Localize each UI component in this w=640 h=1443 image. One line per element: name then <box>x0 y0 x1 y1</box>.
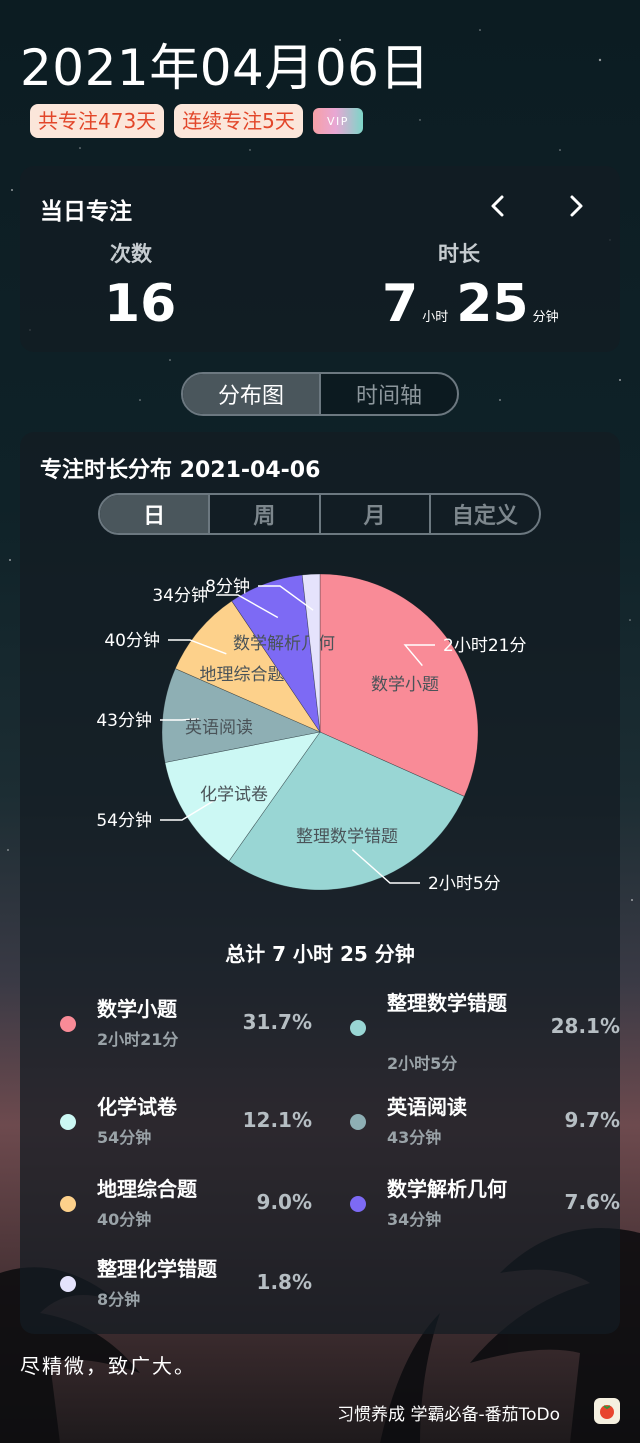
pie-duration-label: 2小时5分 <box>428 874 501 894</box>
legend-item[interactable]: 英语阅读 43分钟 9.7% <box>310 1092 620 1162</box>
duration-minutes: 25 <box>456 274 529 334</box>
next-day-button[interactable] <box>556 188 596 224</box>
legend-item-duration: 2小时5分 <box>387 1054 458 1073</box>
motto-quote: 尽精微，致广大。 <box>20 1354 196 1378</box>
legend-item-name: 整理数学错题 <box>387 991 507 1015</box>
legend-item-name: 英语阅读 <box>387 1095 467 1119</box>
view-switcher: 分布图 时间轴 <box>181 372 459 416</box>
focus-distribution-card: 专注时长分布 2021-04-06 日 周 月 自定义 2小时21分 数学小题 2小… <box>20 432 620 1334</box>
legend-color-dot <box>60 1016 76 1032</box>
pie-duration-label: 40分钟 <box>104 631 160 651</box>
legend-item[interactable]: 整理化学错题 8分钟 1.8% <box>20 1254 312 1324</box>
pie-duration-label: 8分钟 <box>205 577 250 597</box>
focus-count-value: 16 <box>104 274 177 334</box>
pie-slice-name-label: 化学试卷 <box>200 785 268 805</box>
legend-item-duration: 34分钟 <box>387 1210 442 1229</box>
minutes-unit: 分钟 <box>532 310 559 325</box>
legend-color-dot <box>60 1114 76 1130</box>
legend-item-percent: 9.7% <box>564 1108 620 1132</box>
today-focus-card: 当日专注 次数 16 时长 7 小时 25 分钟 <box>20 166 620 352</box>
legend-item-percent: 12.1% <box>242 1108 312 1132</box>
legend-item-name: 地理综合题 <box>97 1177 197 1201</box>
chevron-left-icon <box>491 195 504 217</box>
legend-item-name: 化学试卷 <box>97 1095 177 1119</box>
legend-item-name: 数学小题 <box>97 997 177 1021</box>
legend-item-percent: 31.7% <box>242 1010 312 1034</box>
badge-row: 共专注473天 连续专注5天 VIP <box>30 104 363 138</box>
legend-item-duration: 8分钟 <box>97 1290 141 1309</box>
tab-week[interactable]: 周 <box>208 495 318 533</box>
tab-month[interactable]: 月 <box>318 495 429 533</box>
legend-item[interactable]: 地理综合题 40分钟 9.0% <box>20 1174 312 1244</box>
count-label: 次数 <box>110 242 152 266</box>
legend-item-percent: 7.6% <box>564 1190 620 1214</box>
legend-item[interactable]: 数学小题 2小时21分 31.7% <box>20 994 312 1064</box>
legend-item-percent: 9.0% <box>256 1190 312 1214</box>
legend-item-name: 整理化学错题 <box>97 1257 217 1281</box>
today-focus-label: 当日专注 <box>40 199 132 225</box>
pie-slice-name-label: 整理数学错题 <box>296 827 398 847</box>
legend-color-dot <box>350 1196 366 1212</box>
tab-day[interactable]: 日 <box>100 495 209 533</box>
focus-duration-value: 7 小时 25 分钟 <box>382 274 567 334</box>
legend-item[interactable]: 数学解析几何 34分钟 7.6% <box>310 1174 620 1244</box>
total-duration: 总计 7 小时 25 分钟 <box>225 942 415 966</box>
legend-item-duration: 2小时21分 <box>97 1030 179 1049</box>
tab-custom[interactable]: 自定义 <box>428 495 539 533</box>
pie-duration-label: 34分钟 <box>152 586 208 606</box>
duration-hours: 7 <box>382 274 419 334</box>
legend-item-duration: 40分钟 <box>97 1210 152 1229</box>
legend-color-dot <box>350 1020 366 1036</box>
hours-unit: 小时 <box>422 310 449 325</box>
legend-item[interactable]: 整理数学错题 2小时5分 28.1% <box>310 988 620 1073</box>
legend-item-percent: 28.1% <box>550 1014 620 1038</box>
legend-item-percent: 1.8% <box>256 1270 312 1294</box>
page-title-date: 2021年04月06日 <box>20 39 430 97</box>
pie-slice-name-label: 数学小题 <box>371 675 439 695</box>
tab-timeline[interactable]: 时间轴 <box>319 374 457 414</box>
legend-item[interactable]: 化学试卷 54分钟 12.1% <box>20 1092 312 1162</box>
range-switcher: 日 周 月 自定义 <box>98 493 541 535</box>
pie-duration-label: 43分钟 <box>96 711 152 731</box>
chevron-right-icon <box>570 195 583 217</box>
legend-item-duration: 43分钟 <box>387 1128 442 1147</box>
tomato-app-icon <box>594 1398 620 1424</box>
streak-days-badge: 连续专注5天 <box>174 104 303 138</box>
legend-item-name: 数学解析几何 <box>387 1177 507 1201</box>
duration-label: 时长 <box>438 242 480 266</box>
pie-slice-name-label: 地理综合题 <box>200 665 285 685</box>
pie-duration-label: 2小时21分 <box>443 636 526 656</box>
distribution-title: 专注时长分布 2021-04-06 <box>40 458 321 483</box>
legend-color-dot <box>60 1276 76 1292</box>
legend-color-dot <box>60 1196 76 1212</box>
legend-item-duration: 54分钟 <box>97 1128 152 1147</box>
pie-slice-name-label: 英语阅读 <box>185 718 253 738</box>
total-focus-days-badge: 共专注473天 <box>30 104 165 138</box>
pie-duration-label: 54分钟 <box>96 811 152 831</box>
tab-distribution[interactable]: 分布图 <box>183 374 319 414</box>
vip-badge[interactable]: VIP <box>312 108 363 134</box>
footer-slogan: 习惯养成 学霸必备-番茄ToDo <box>337 1405 560 1425</box>
previous-day-button[interactable] <box>478 188 518 224</box>
focus-pie-chart: 2小时21分数学小题 2小时5分 整理数学错题 54分钟 化学试卷 43分钟 英语阅读 40分… <box>96 573 526 894</box>
legend-color-dot <box>350 1114 366 1130</box>
